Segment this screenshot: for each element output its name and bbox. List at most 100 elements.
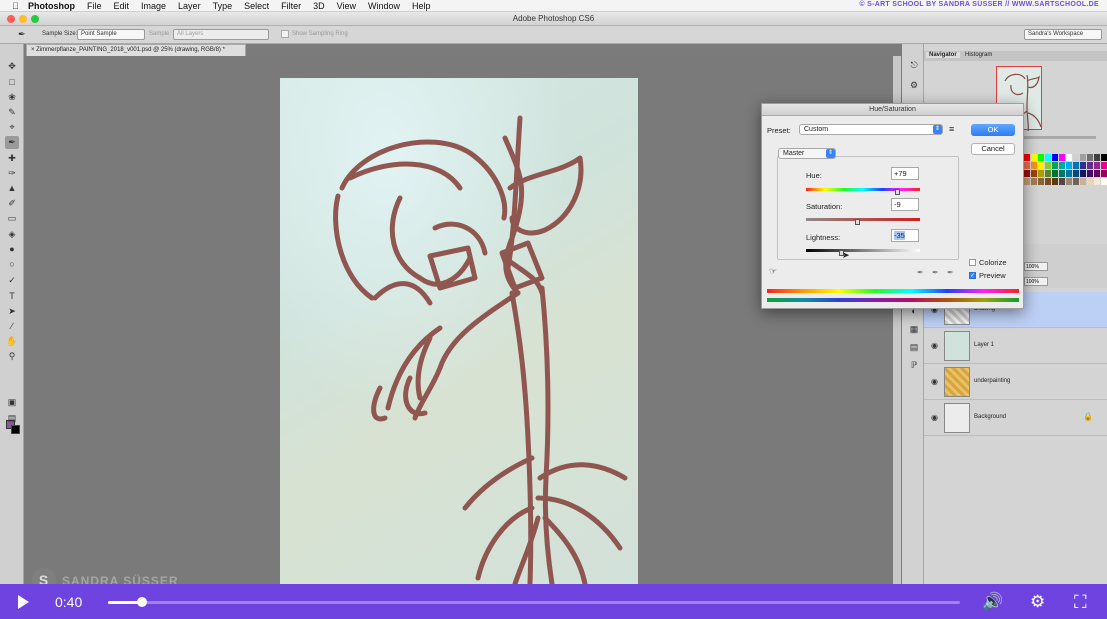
show-ring-label: Show Sampling Ring [292, 31, 348, 37]
screen:  Photoshop File Edit Image Layer Type S… [0, 0, 1107, 619]
layer-row-underpainting[interactable]: ◉ underpainting [924, 364, 1107, 400]
hue-field[interactable]: +79 [891, 167, 919, 180]
opacity-field[interactable]: 100% [1024, 262, 1048, 271]
play-icon[interactable] [18, 595, 29, 609]
apple-icon[interactable]:  [12, 1, 28, 11]
path-select-tool-icon[interactable]: ➤ [5, 305, 19, 318]
menu-file[interactable]: File [87, 1, 102, 11]
actions-panel-icon[interactable]: ⚙ [908, 80, 920, 92]
move-tool-icon[interactable]: ✥ [5, 60, 19, 73]
layer-row-background[interactable]: ◉ Background 🔒 [924, 400, 1107, 436]
stamp-tool-icon[interactable]: ▲ [5, 182, 19, 195]
tab-histogram[interactable]: Histogram [962, 52, 995, 58]
close-window-button[interactable] [7, 15, 15, 23]
playback-time: 0:40 [55, 594, 83, 610]
lightness-field[interactable]: -35 [891, 229, 919, 242]
saturation-field[interactable]: -9 [891, 198, 919, 211]
paths-panel-icon[interactable]: ▦ [908, 324, 920, 336]
quick-select-tool-icon[interactable]: ✎ [5, 106, 19, 119]
type-tool-icon[interactable]: T [5, 290, 19, 303]
styles-panel-icon[interactable]: ▤ [908, 342, 920, 354]
history-panel-icon[interactable]: ⎋ [908, 60, 920, 72]
sample-size-select[interactable]: Point Sample [77, 29, 145, 40]
screen-mode-icon[interactable]: ▤ [5, 412, 19, 425]
settings-gear-icon[interactable]: ⚙ [1030, 592, 1045, 612]
dialog-title: Hue/Saturation [762, 104, 1023, 116]
eye-icon[interactable]: ◉ [931, 377, 938, 386]
eyedropper-minus-icon[interactable]: ✒ [947, 268, 954, 277]
swatches-grid[interactable] [1024, 154, 1107, 199]
show-ring-checkbox[interactable] [281, 30, 289, 38]
volume-icon[interactable]: 🔊 [982, 592, 1003, 612]
progress-track[interactable] [108, 597, 960, 607]
lightness-label: Lightness: [806, 233, 841, 242]
fullscreen-icon[interactable]: ⛶ [1074, 592, 1087, 613]
workspace-select[interactable]: Sandra's Workspace [1024, 29, 1102, 40]
preset-options-icon[interactable]: ≡ [949, 124, 954, 134]
crop-tool-icon[interactable]: ⌖ [5, 121, 19, 134]
dodge-tool-icon[interactable]: ○ [5, 258, 19, 271]
marquee-tool-icon[interactable]: □ [5, 76, 19, 89]
hue-slider-thumb[interactable] [895, 189, 900, 195]
minimize-window-button[interactable] [19, 15, 27, 23]
zoom-window-button[interactable] [31, 15, 39, 23]
menu-view[interactable]: View [337, 1, 356, 11]
menu-image[interactable]: Image [141, 1, 166, 11]
menu-type[interactable]: Type [213, 1, 233, 11]
tab-navigator[interactable]: Navigator [926, 52, 960, 58]
layers-options: 100% 100% [1024, 244, 1107, 288]
menu-select[interactable]: Select [244, 1, 269, 11]
cancel-button[interactable]: Cancel [971, 143, 1015, 155]
line-tool-icon[interactable]: ∕ [5, 320, 19, 333]
menu-help[interactable]: Help [412, 1, 431, 11]
background-color-swatch[interactable] [11, 425, 20, 434]
quick-mask-icon[interactable]: ▣ [5, 396, 19, 409]
sample-select[interactable]: All Layers [173, 29, 269, 40]
eyedropper-icon[interactable]: ✒ [18, 29, 26, 40]
progress-knob[interactable] [137, 597, 148, 607]
hue-label: Hue: [806, 171, 822, 180]
saturation-slider-thumb[interactable] [855, 219, 860, 225]
eye-icon[interactable]: ◉ [931, 341, 938, 350]
history-brush-tool-icon[interactable]: ✐ [5, 197, 19, 210]
healing-tool-icon[interactable]: ✚ [5, 152, 19, 165]
eyedropper-icon[interactable]: ✒ [917, 268, 924, 277]
hand-adjust-icon[interactable]: ☞ [769, 266, 777, 277]
ok-button[interactable]: OK [971, 124, 1015, 136]
pen-tool-icon[interactable]: ✓ [5, 274, 19, 287]
menu-bar:  Photoshop File Edit Image Layer Type S… [0, 0, 1107, 12]
brush-tool-icon[interactable]: ✑ [5, 167, 19, 180]
lightness-slider[interactable] [806, 249, 920, 252]
eraser-tool-icon[interactable]: ▭ [5, 212, 19, 225]
saturation-label: Saturation: [806, 202, 843, 211]
saturation-slider[interactable] [806, 218, 920, 221]
input-spectrum-bar [767, 289, 1019, 293]
menu-edit[interactable]: Edit [114, 1, 130, 11]
menu-3d[interactable]: 3D [313, 1, 325, 11]
blur-tool-icon[interactable]: ● [5, 243, 19, 256]
toolbox: ✥ □ ❀ ✎ ⌖ ✒ ✚ ✑ ▲ ✐ ▭ ◈ ● ○ ✓ T ➤ ∕ ✋ ⚲ … [0, 44, 24, 584]
lasso-tool-icon[interactable]: ❀ [5, 91, 19, 104]
painting-canvas[interactable] [280, 78, 638, 584]
hand-tool-icon[interactable]: ✋ [5, 335, 19, 348]
bucket-tool-icon[interactable]: ◈ [5, 228, 19, 241]
fill-field[interactable]: 100% [1024, 277, 1048, 286]
layer-name: Layer 1 [974, 342, 995, 348]
preview-checkbox[interactable]: ✓ [969, 272, 976, 279]
eyedropper-tool-icon[interactable]: ✒ [5, 136, 19, 149]
menu-layer[interactable]: Layer [178, 1, 201, 11]
menu-photoshop[interactable]: Photoshop [28, 1, 75, 11]
character-panel-icon[interactable]: ℙ [908, 360, 920, 372]
preset-select[interactable]: Custom ⇕ [799, 124, 943, 135]
colorize-checkbox[interactable] [969, 259, 976, 266]
menu-window[interactable]: Window [368, 1, 400, 11]
menu-filter[interactable]: Filter [281, 1, 301, 11]
eye-icon[interactable]: ◉ [931, 413, 938, 422]
chevron-down-icon: ⇕ [933, 125, 942, 134]
zoom-tool-icon[interactable]: ⚲ [5, 350, 19, 363]
hue-slider[interactable] [806, 188, 920, 191]
eyedropper-plus-icon[interactable]: ✒ [932, 268, 939, 277]
document-tab[interactable]: × Zimmerpflanze_PAINTING_2018_v001.psd @… [26, 44, 246, 56]
channel-select[interactable]: Master ⇕ [778, 148, 836, 159]
layer-row-layer-1[interactable]: ◉ Layer 1 [924, 328, 1107, 364]
